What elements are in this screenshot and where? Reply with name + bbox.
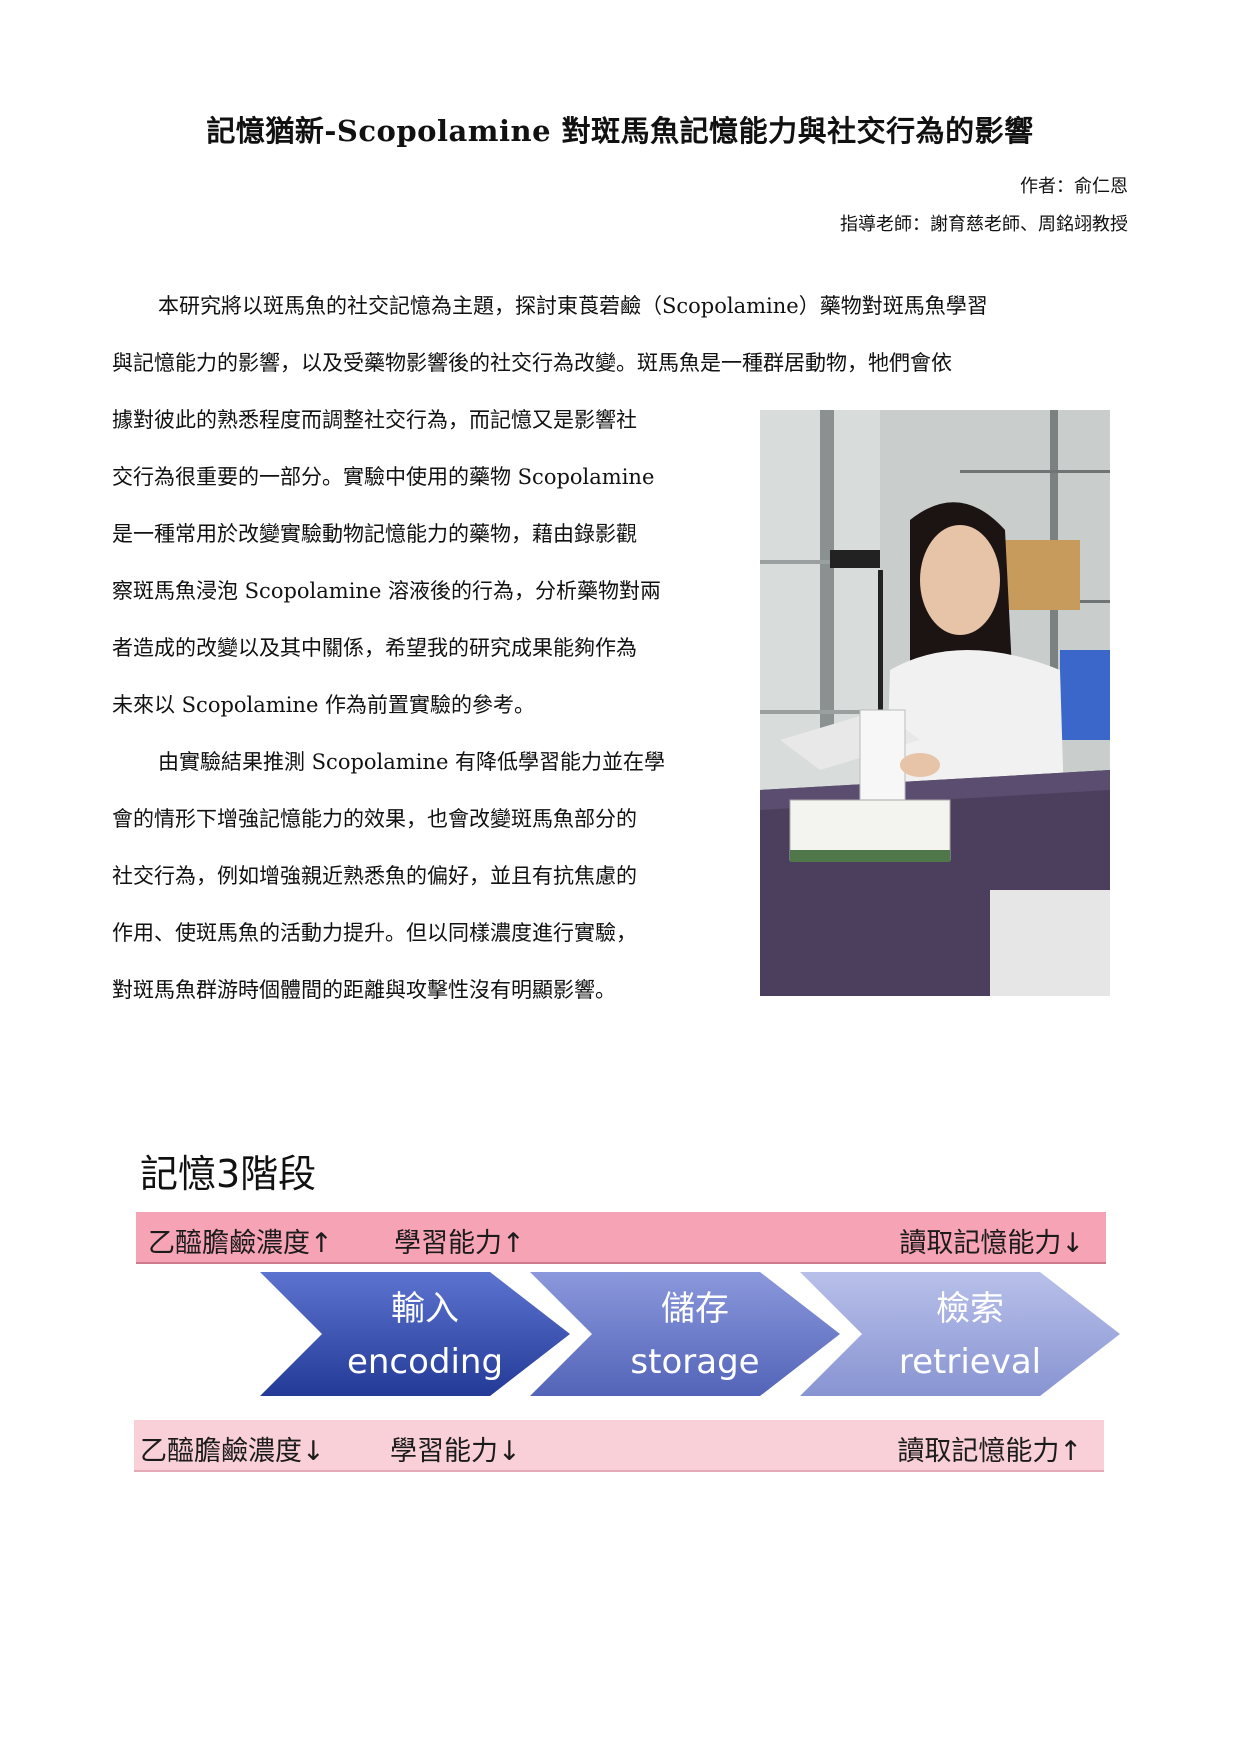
paragraph-1-line-4: 交行為很重要的一部分。實驗中使用的藥物 Scopolamine [112,465,655,489]
top-band-retrieval: 讀取記憶能力↓ [899,1228,1084,1259]
bottom-band-retrieval: 讀取記憶能力↑ [897,1436,1082,1467]
top-band: 乙醯膽鹼濃度↑ 學習能力↑ 讀取記憶能力↓ [136,1212,1106,1264]
bottom-band-acetylcholine: 乙醯膽鹼濃度↓ [140,1436,325,1467]
paragraph-1-line-7: 者造成的改變以及其中關係，希望我的研究成果能夠作為 [112,636,637,660]
lab-photo [760,410,1110,996]
paragraph-2-line-5: 對斑馬魚群游時個體間的距離與攻擊性沒有明顯影響。 [112,978,616,1002]
paragraph-2-line-2: 會的情形下增強記憶能力的效果，也會改變斑馬魚部分的 [112,807,637,831]
bottom-band-learning: 學習能力↓ [390,1436,521,1467]
stage-1-en: encoding [347,1342,503,1382]
paper-title: 記憶猶新-Scopolamine 對斑馬魚記憶能力與社交行為的影響 [206,114,1034,148]
lab-photo-illustration [760,410,1110,996]
paragraph-1-line-5: 是一種常用於改變實驗動物記憶能力的藥物，藉由錄影觀 [112,522,637,546]
advisor-line: 指導老師：謝育慈老師、周銘翊教授 [840,214,1128,235]
stage-3-zh: 檢索 [936,1289,1004,1329]
paragraph-1-line-2: 與記憶能力的影響，以及受藥物影響後的社交行為改變。斑馬魚是一種群居動物，牠們會依 [112,351,952,375]
paragraph-2-line-1: 由實驗結果推測 Scopolamine 有降低學習能力並在學 [158,750,666,774]
paragraph-2-line-4: 作用、使斑馬魚的活動力提升。但以同樣濃度進行實驗， [112,921,637,945]
paragraph-1-line-6: 察斑馬魚浸泡 Scopolamine 溶液後的行為，分析藥物對兩 [112,579,662,603]
author-line: 作者：俞仁恩 [1020,176,1128,197]
paragraph-2-line-3: 社交行為，例如增強親近熟悉魚的偏好，並且有抗焦慮的 [112,864,637,888]
memory-stages-arrows: 輸入 encoding 儲存 storage 檢索 retrieval [260,1272,1120,1396]
paragraph-1-line-3: 據對彼此的熟悉程度而調整社交行為，而記憶又是影響社 [112,408,637,432]
bottom-band: 乙醯膽鹼濃度↓ 學習能力↓ 讀取記憶能力↑ [134,1420,1104,1472]
stage-3-en: retrieval [899,1342,1041,1382]
paragraph-1-line-1: 本研究將以斑馬魚的社交記憶為主題，探討東莨菪鹼（Scopolamine）藥物對斑… [158,294,988,318]
top-band-learning: 學習能力↑ [394,1228,525,1259]
diagram-title: 記憶3階段 [140,1152,317,1196]
paragraph-1-line-8: 未來以 Scopolamine 作為前置實驗的參考。 [112,693,536,717]
stage-2-zh: 儲存 [661,1289,729,1329]
stage-1-zh: 輸入 [391,1289,459,1329]
top-band-acetylcholine: 乙醯膽鹼濃度↑ [148,1228,333,1259]
stage-2-en: storage [630,1342,759,1382]
